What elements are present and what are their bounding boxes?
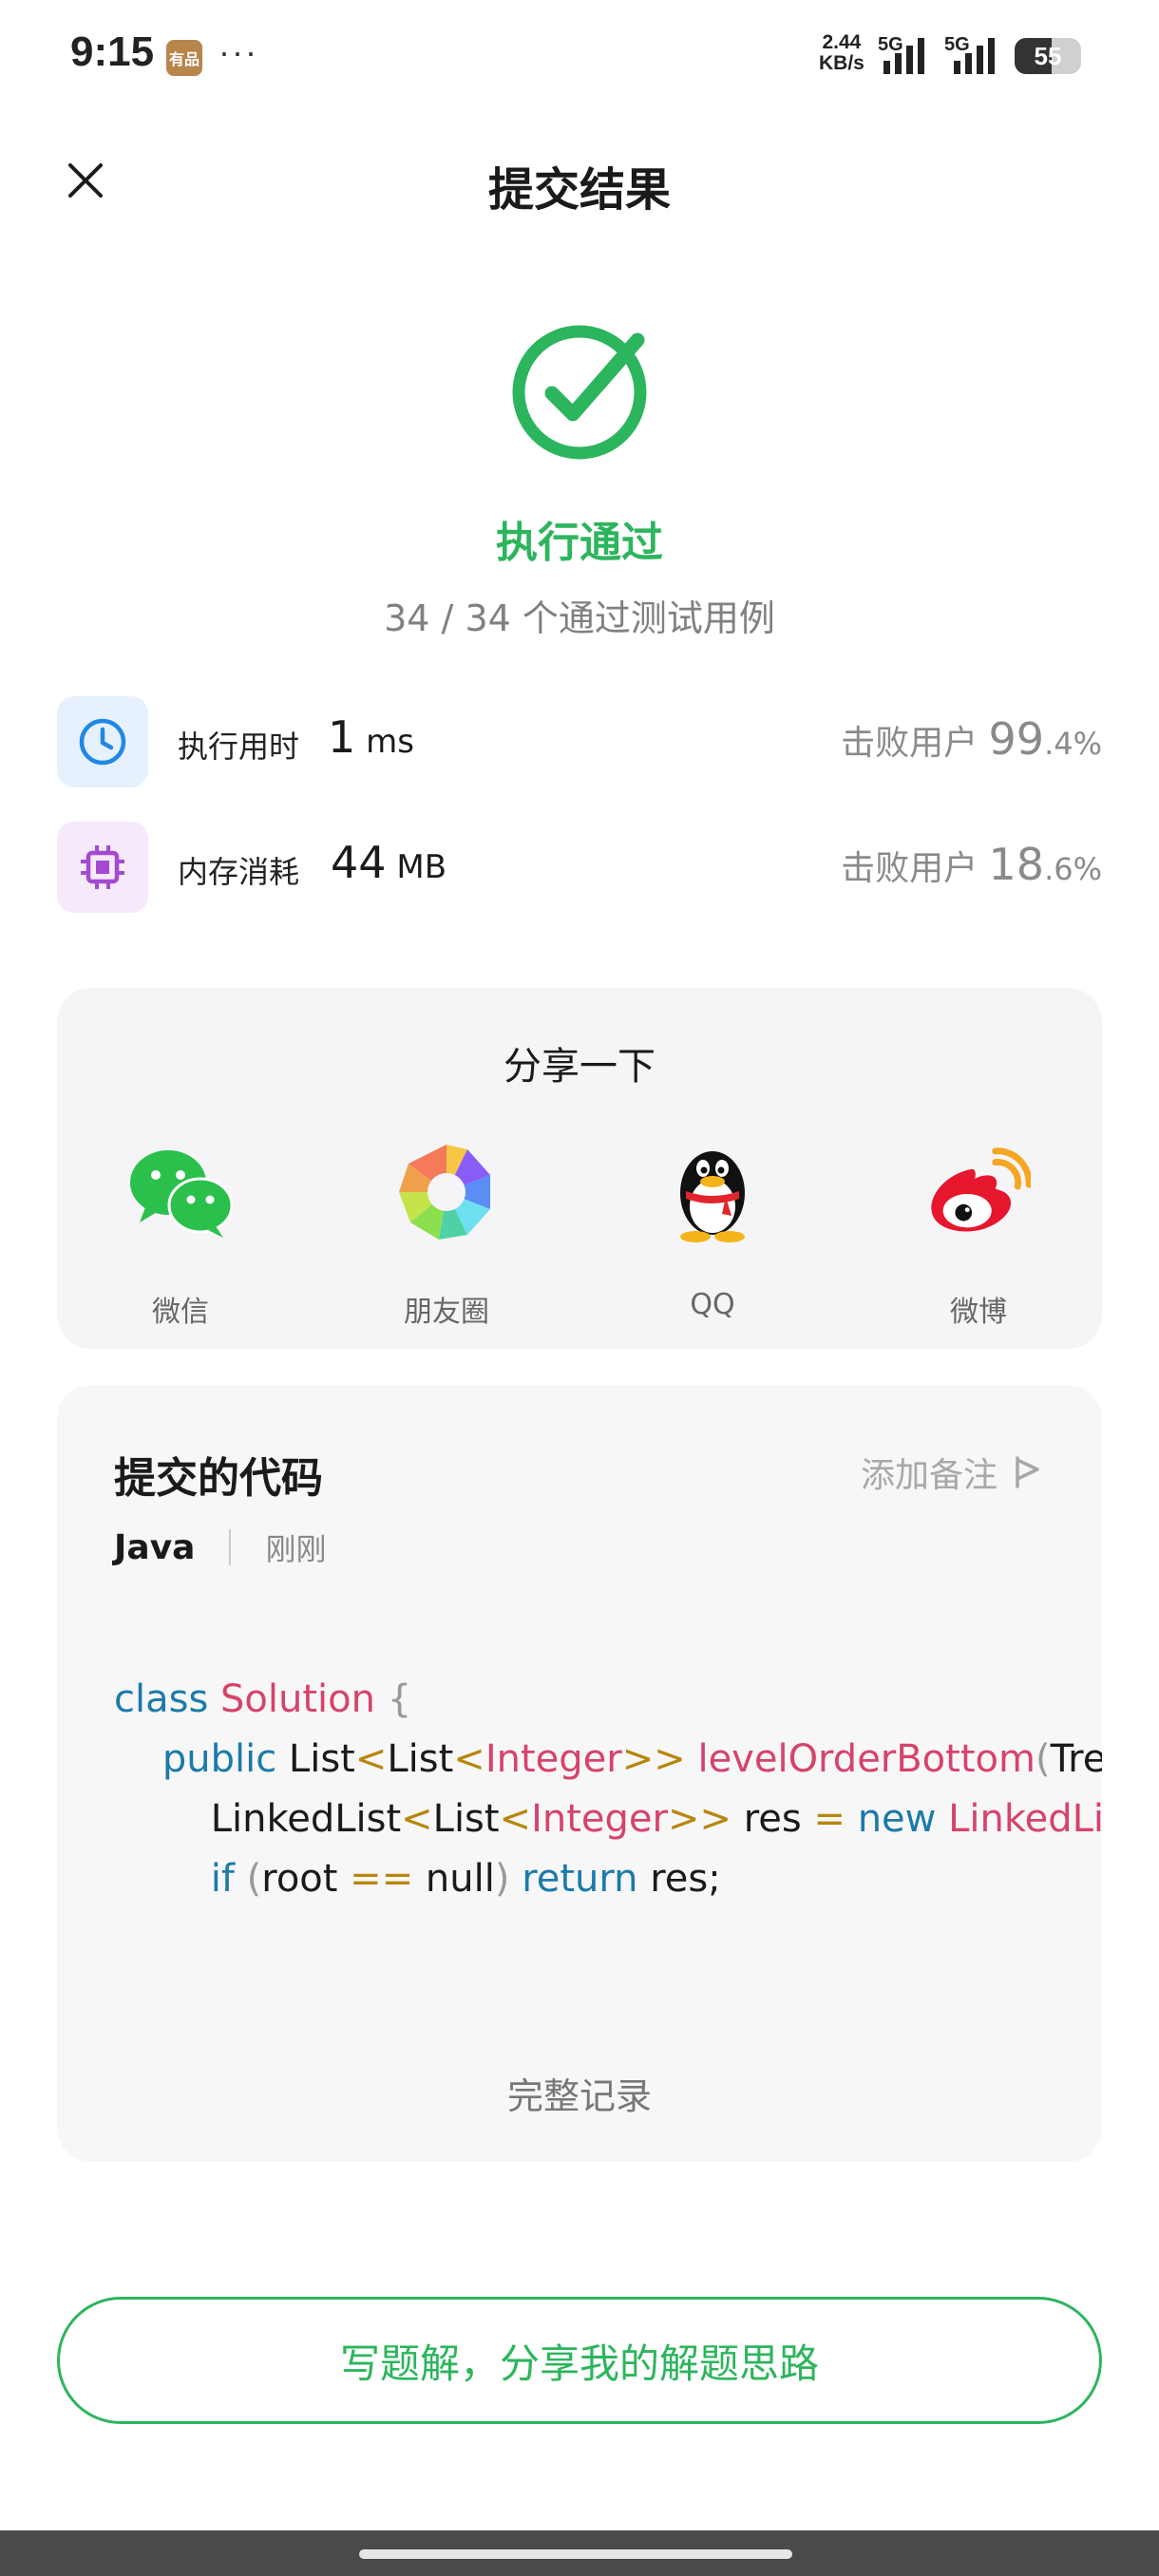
passed-test-cases: 34 / 34 个通过测试用例 — [384, 597, 775, 639]
share-weibo-label: 微博 — [950, 1296, 1007, 1329]
battery-level: 55 — [1034, 41, 1062, 70]
clock-icon — [57, 696, 148, 787]
share-title: 分享一下 — [504, 1045, 656, 1089]
divider — [229, 1529, 232, 1565]
memory-value: 44 MB — [331, 837, 446, 888]
add-note-button[interactable]: 添加备注 — [861, 1448, 1041, 1497]
memory-beat-int: 18 — [988, 839, 1045, 890]
share-qq-label: QQ — [690, 1288, 735, 1321]
weibo-icon — [926, 1140, 1031, 1244]
runtime-beat-int: 99 — [988, 713, 1045, 765]
runtime-value: 1 ms — [328, 711, 414, 763]
qq-icon — [660, 1140, 765, 1244]
runtime-stat-row: 执行用时 1 ms 击败用户 99.4% — [57, 696, 1102, 789]
code-meta-row: Java 刚刚 — [114, 1525, 326, 1569]
navigation-bar — [0, 2530, 1159, 2576]
more-notifications-icon: ··· — [218, 32, 258, 71]
memory-beat-frac: .6% — [1044, 851, 1102, 887]
full-record-link[interactable]: 完整记录 — [57, 2067, 1102, 2119]
code-line: class Solution { — [114, 1677, 412, 1721]
submission-time: 刚刚 — [265, 1531, 327, 1567]
share-moments-label: 朋友圈 — [404, 1296, 489, 1329]
share-card: 分享一下 微信 朋友圈 QQ 微博 — [57, 988, 1102, 1349]
submitted-code-title: 提交的代码 — [114, 1454, 323, 1503]
memory-label: 内存消耗 — [178, 854, 300, 890]
network-speed: 2.44 KB/s — [819, 32, 864, 74]
runtime-number: 1 — [328, 711, 356, 763]
memory-beat-percent: 击败用户 18.6% — [841, 839, 1102, 890]
runtime-beat-prefix: 击败用户 — [841, 724, 989, 763]
battery-icon: 55 — [1015, 38, 1081, 74]
signal-icon — [884, 38, 924, 74]
memory-stat-row: 内存消耗 44 MB 击败用户 18.6% — [57, 822, 1102, 915]
share-wechat-label: 微信 — [152, 1296, 209, 1329]
code-line: if (root == null) return res; — [210, 1857, 721, 1901]
network-speed-value: 2.44 — [822, 31, 862, 53]
flag-icon — [1016, 1456, 1039, 1488]
result-status: 执行通过 — [496, 519, 663, 567]
status-time: 9:15 — [70, 28, 155, 75]
submitted-code-card: 提交的代码 添加备注 Java 刚刚 class Solution { publ… — [57, 1385, 1102, 2162]
home-gesture-handle[interactable] — [359, 2549, 792, 2559]
status-bar: 9:15 有品 ··· 2.44 KB/s 5G 5G 55 — [0, 0, 1159, 114]
chip-icon — [57, 822, 148, 913]
share-moments-button[interactable]: 朋友圈 — [370, 1140, 522, 1329]
write-solution-button[interactable]: 写题解，分享我的解题思路 — [57, 2297, 1102, 2424]
wechat-icon — [128, 1140, 233, 1244]
share-weibo-button[interactable]: 微博 — [902, 1140, 1054, 1329]
code-block: class Solution { public List<List<Intege… — [114, 1670, 1102, 1909]
moments-icon — [394, 1140, 499, 1244]
share-qq-button[interactable]: QQ — [636, 1140, 788, 1321]
page-title: 提交结果 — [487, 163, 671, 217]
runtime-beat-percent: 击败用户 99.4% — [841, 713, 1102, 765]
memory-beat-prefix: 击败用户 — [841, 849, 989, 888]
network-speed-unit: KB/s — [819, 52, 864, 74]
runtime-unit: ms — [355, 723, 414, 761]
code-language: Java — [114, 1527, 196, 1567]
success-check-icon — [510, 323, 649, 462]
code-line: public List<List<Integer>> levelOrderBot… — [162, 1737, 1102, 1781]
runtime-beat-frac: .4% — [1044, 726, 1102, 762]
runtime-label: 执行用时 — [178, 729, 300, 765]
share-wechat-button[interactable]: 微信 — [104, 1140, 256, 1329]
memory-number: 44 — [331, 837, 387, 888]
app-notification-badge: 有品 — [166, 40, 202, 76]
memory-unit: MB — [386, 848, 447, 886]
add-note-label: 添加备注 — [860, 1456, 998, 1495]
code-line: LinkedList<List<Integer>> res = new Link… — [114, 1797, 1102, 1841]
signal-icon-2 — [954, 38, 995, 74]
